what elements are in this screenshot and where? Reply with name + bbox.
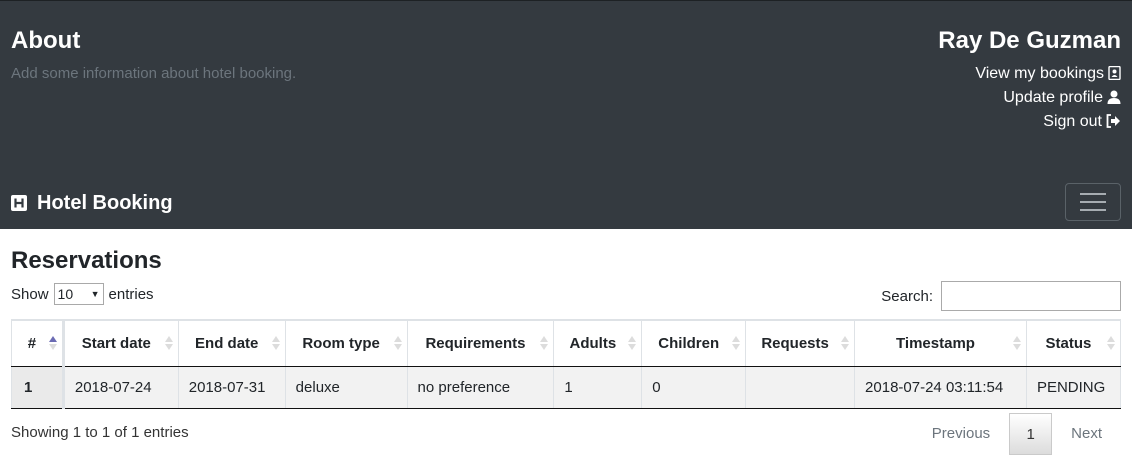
view-bookings-label: View my bookings: [975, 65, 1104, 82]
search-input[interactable]: [941, 281, 1121, 311]
column-header-end-date[interactable]: End date: [177, 319, 286, 367]
table-header-row: # Start date End date Room type Requirem…: [11, 319, 1122, 367]
sort-icon: [1107, 336, 1115, 352]
hamburger-icon-line: [1080, 209, 1106, 211]
view-bookings-link[interactable]: View my bookings: [975, 64, 1121, 88]
user-name: Ray De Guzman: [938, 27, 1121, 54]
sort-icon: [271, 336, 280, 352]
cell-room-type: deluxe: [284, 366, 408, 409]
page-title: Reservations: [11, 247, 162, 274]
sort-icon: [732, 336, 741, 352]
table-info: Showing 1 to 1 of 1 entries: [11, 424, 189, 441]
sort-icon: [1012, 336, 1021, 352]
cell-timestamp: 2018-07-24 03:11:54: [854, 366, 1027, 409]
cell-adults: 1: [553, 366, 643, 409]
user-icon: [1107, 90, 1121, 104]
column-header-room-type[interactable]: Room type: [284, 319, 408, 367]
previous-page-button[interactable]: Previous: [913, 413, 1009, 455]
update-profile-label: Update profile: [1003, 89, 1103, 106]
sort-icon: [841, 336, 850, 352]
sort-icon: [393, 336, 402, 352]
entries-length-select[interactable]: 10 ▼: [53, 283, 104, 305]
entries-length-control: Show 10 ▼ entries: [11, 283, 154, 305]
column-header-children[interactable]: Children: [641, 319, 747, 367]
cell-children: 0: [641, 366, 747, 409]
chevron-down-icon: ▼: [90, 289, 100, 299]
sort-icon: [164, 336, 173, 352]
hamburger-icon-line: [1080, 201, 1106, 203]
pagination: Previous 1 Next: [913, 413, 1121, 455]
cell-requests: [745, 366, 856, 409]
reservations-table: # Start date End date Room type Requirem…: [11, 319, 1122, 409]
next-page-button[interactable]: Next: [1052, 413, 1121, 455]
hamburger-icon-line: [1080, 193, 1106, 195]
column-header-start-date[interactable]: Start date: [62, 319, 179, 367]
address-book-icon: [1108, 65, 1121, 81]
table-search: Search:: [881, 281, 1121, 311]
sign-out-label: Sign out: [1043, 113, 1102, 130]
sort-icon: [540, 336, 549, 352]
cell-start-date: 2018-07-24: [62, 366, 179, 409]
cell-status: PENDING: [1025, 366, 1122, 409]
table-row: 1 2018-07-24 2018-07-31 deluxe no prefer…: [11, 366, 1122, 409]
column-header-status[interactable]: Status: [1025, 319, 1122, 367]
sign-out-icon: [1106, 114, 1120, 128]
brand-label: Hotel Booking: [37, 191, 173, 214]
navbar-toggler-button[interactable]: [1065, 183, 1121, 221]
hospital-h-icon: [11, 195, 27, 211]
column-header-requirements[interactable]: Requirements: [406, 319, 555, 367]
column-header-requests[interactable]: Requests: [745, 319, 856, 367]
about-title: About: [11, 27, 81, 54]
column-header-adults[interactable]: Adults: [553, 319, 643, 367]
cell-number: 1: [11, 366, 65, 409]
about-description: Add some information about hotel booking…: [11, 65, 297, 82]
length-prefix: Show: [11, 285, 49, 303]
length-value: 10: [57, 286, 74, 302]
header-jumbotron: About Add some information about hotel b…: [0, 0, 1132, 229]
navbar-brand[interactable]: Hotel Booking: [11, 191, 173, 215]
sort-icon: [628, 336, 637, 352]
length-suffix: entries: [108, 285, 154, 303]
column-header-number[interactable]: #: [11, 319, 65, 367]
cell-end-date: 2018-07-31: [177, 366, 286, 409]
sign-out-link[interactable]: Sign out: [975, 112, 1121, 136]
column-header-timestamp[interactable]: Timestamp: [854, 319, 1027, 367]
user-menu: View my bookings Update profile Sign out: [975, 64, 1121, 136]
cell-requirements: no preference: [406, 366, 555, 409]
sort-asc-icon: [48, 336, 57, 352]
update-profile-link[interactable]: Update profile: [975, 88, 1121, 112]
page-button-current[interactable]: 1: [1009, 413, 1053, 455]
search-label: Search:: [881, 287, 933, 305]
